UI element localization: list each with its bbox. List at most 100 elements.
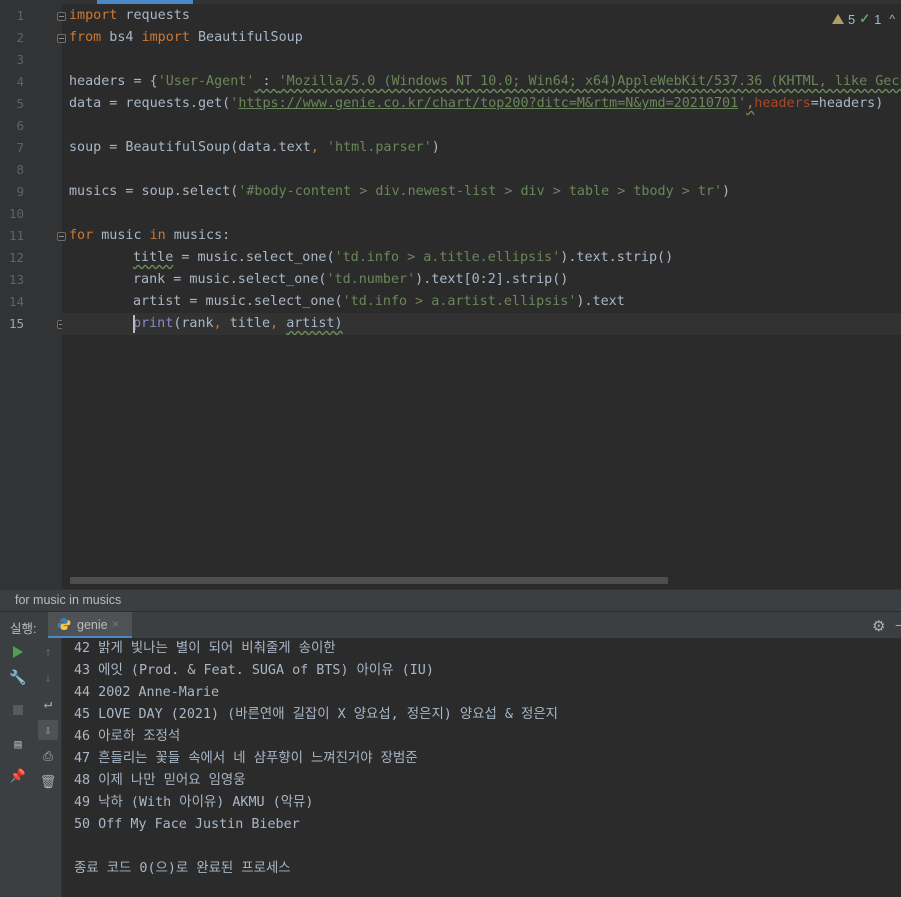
edit-config-button[interactable]: 🔧 <box>8 668 28 688</box>
trash-icon: 🗑 <box>39 774 57 790</box>
code-line-15[interactable]: print(rank, title, artist) <box>133 313 343 335</box>
line-number: 10 <box>8 206 24 221</box>
layout-button[interactable]: ▤ <box>8 734 28 754</box>
clear-button[interactable]: 🗑 <box>38 772 58 792</box>
line-number-current: 15 <box>8 316 24 331</box>
code-line-9[interactable]: musics = soup.select('#body-content > di… <box>69 181 730 203</box>
run-tool-window-header: 실행: genie × ⚙ − <box>0 611 901 639</box>
editor-tab-indicator <box>97 0 193 4</box>
line-number: 6 <box>16 118 24 133</box>
code-editor[interactable]: 1 2 3 4 5 6 7 8 9 10 11 12 13 14 15 impo… <box>0 0 901 589</box>
console-line: 45 LOVE DAY (2021) (바른연애 길잡이 X 양요섭, 정은지)… <box>74 707 558 722</box>
line-number: 5 <box>16 96 24 111</box>
close-icon[interactable]: × <box>112 617 119 631</box>
code-line-11[interactable]: for music in musics: <box>69 225 230 247</box>
code-text: title <box>133 250 174 265</box>
code-text: = music.select_one( <box>173 250 335 265</box>
string-literal: 'User-Agent' <box>157 74 255 89</box>
code-text: soup = BeautifulSoup(data.text <box>69 140 311 155</box>
code-line-2[interactable]: from bs4 import BeautifulSoup <box>69 27 303 49</box>
string-literal: 'td.number' <box>326 272 416 287</box>
stop-button[interactable] <box>8 700 28 720</box>
keyword: import <box>141 30 190 45</box>
keyword: import <box>69 8 118 23</box>
line-number: 9 <box>16 184 24 199</box>
breadcrumb[interactable]: for music in musics <box>0 589 901 612</box>
arrow-up-icon: ↑ <box>44 644 52 660</box>
scroll-down-button[interactable]: ↓ <box>38 668 58 688</box>
pin-button[interactable]: 📌 <box>8 766 28 786</box>
printer-icon: ⎙ <box>43 748 53 763</box>
keyword-argument: headers <box>754 96 811 111</box>
string-literal: '#body-content > div.newest-list > div >… <box>238 184 723 199</box>
line-number: 4 <box>16 74 24 89</box>
soft-wrap-button[interactable]: ↵ <box>38 694 58 714</box>
run-tab-genie[interactable]: genie × <box>48 612 132 639</box>
print-button[interactable]: ⎙ <box>38 746 58 766</box>
string-literal: 'td.info > a.title.ellipsis' <box>334 250 561 265</box>
code-text: , <box>310 140 327 155</box>
code-text: ).text.strip() <box>560 250 674 265</box>
keyword: for <box>69 228 94 243</box>
console-line: 43 에잇 (Prod. & Feat. SUGA of BTS) 아이유 (I… <box>74 663 434 678</box>
keyword: in <box>149 228 166 243</box>
line-number: 14 <box>8 294 24 309</box>
console-output[interactable]: 42 밝게 빛나는 별이 되어 비춰줄게 송이한 43 에잇 (Prod. & … <box>62 638 901 897</box>
python-icon <box>57 618 71 630</box>
chevron-up-icon[interactable]: ^ <box>889 12 895 26</box>
fold-marker[interactable] <box>57 34 66 43</box>
code-text: , <box>270 316 287 331</box>
warning-count: 5 <box>847 11 856 27</box>
code-text: ).text <box>576 294 625 309</box>
code-text: ).text[0:2].strip() <box>415 272 569 287</box>
inspection-widget[interactable]: 5 ✓ 1 ^ <box>831 10 895 28</box>
url-link[interactable]: https://www.genie.co.kr/chart/top200?dit… <box>238 96 738 111</box>
scroll-up-button[interactable]: ↑ <box>38 642 58 662</box>
string-literal: ' <box>738 96 747 111</box>
play-icon <box>13 646 23 658</box>
code-line-4[interactable]: headers = {'User-Agent' : 'Mozilla/5.0 (… <box>69 71 901 93</box>
code-text: BeautifulSoup <box>189 30 303 45</box>
line-number: 12 <box>8 250 24 265</box>
code-text: artist) <box>286 316 343 331</box>
code-text: ) <box>722 184 731 199</box>
line-number: 3 <box>16 52 24 67</box>
hide-icon[interactable]: − <box>895 617 901 633</box>
stop-icon <box>13 705 23 715</box>
string-literal: 'td.info > a.artist.ellipsis' <box>342 294 577 309</box>
wrap-icon: ↵ <box>43 696 53 712</box>
string-literal: 'Mozilla/5.0 (Windows NT 10.0; Win64; x6… <box>278 74 901 89</box>
run-label: 실행: <box>10 622 37 636</box>
code-text: =headers) <box>810 96 884 111</box>
gear-icon[interactable]: ⚙ <box>872 617 885 635</box>
warning-icon <box>831 14 844 24</box>
code-text: music <box>93 228 150 243</box>
code-text: (rank <box>173 316 214 331</box>
fold-marker[interactable] <box>57 12 66 21</box>
layout-icon: ▤ <box>14 737 22 751</box>
code-line-14[interactable]: artist = music.select_one('td.info > a.a… <box>133 291 625 313</box>
code-text: artist = music.select_one( <box>133 294 343 309</box>
string-literal: 'html.parser' <box>326 140 432 155</box>
scroll-end-icon: ⇩ <box>44 723 52 737</box>
scroll-to-end-button[interactable]: ⇩ <box>38 720 58 740</box>
pin-icon: 📌 <box>9 768 27 784</box>
console-line: 46 아로하 조정석 <box>74 729 181 744</box>
fold-marker[interactable] <box>57 232 66 241</box>
code-line-12[interactable]: title = music.select_one('td.info > a.ti… <box>133 247 673 269</box>
code-line-5[interactable]: data = requests.get('https://www.genie.c… <box>69 93 883 115</box>
breadcrumb-item[interactable]: for music in musics <box>15 593 121 607</box>
code-text: : <box>254 74 279 89</box>
console-line: 44 2002 Anne-Marie <box>74 685 220 700</box>
line-number: 13 <box>8 272 24 287</box>
code-line-1[interactable]: import requests <box>69 5 190 27</box>
code-line-13[interactable]: rank = music.select_one('td.number').tex… <box>133 269 568 291</box>
text-caret <box>133 315 135 333</box>
code-line-7[interactable]: soup = BeautifulSoup(data.text, 'html.pa… <box>69 137 440 159</box>
rerun-button[interactable] <box>8 642 28 662</box>
horizontal-scrollbar[interactable] <box>70 577 668 584</box>
console-toolbar: ↑ ↓ ↵ ⇩ ⎙ 🗑 <box>34 638 62 897</box>
process-exit-message: 종료 코드 0(으)로 완료된 프로세스 <box>74 861 291 876</box>
run-toolbar: 🔧 ▤ 📌 <box>0 638 34 897</box>
ok-count: 1 <box>874 11 882 27</box>
